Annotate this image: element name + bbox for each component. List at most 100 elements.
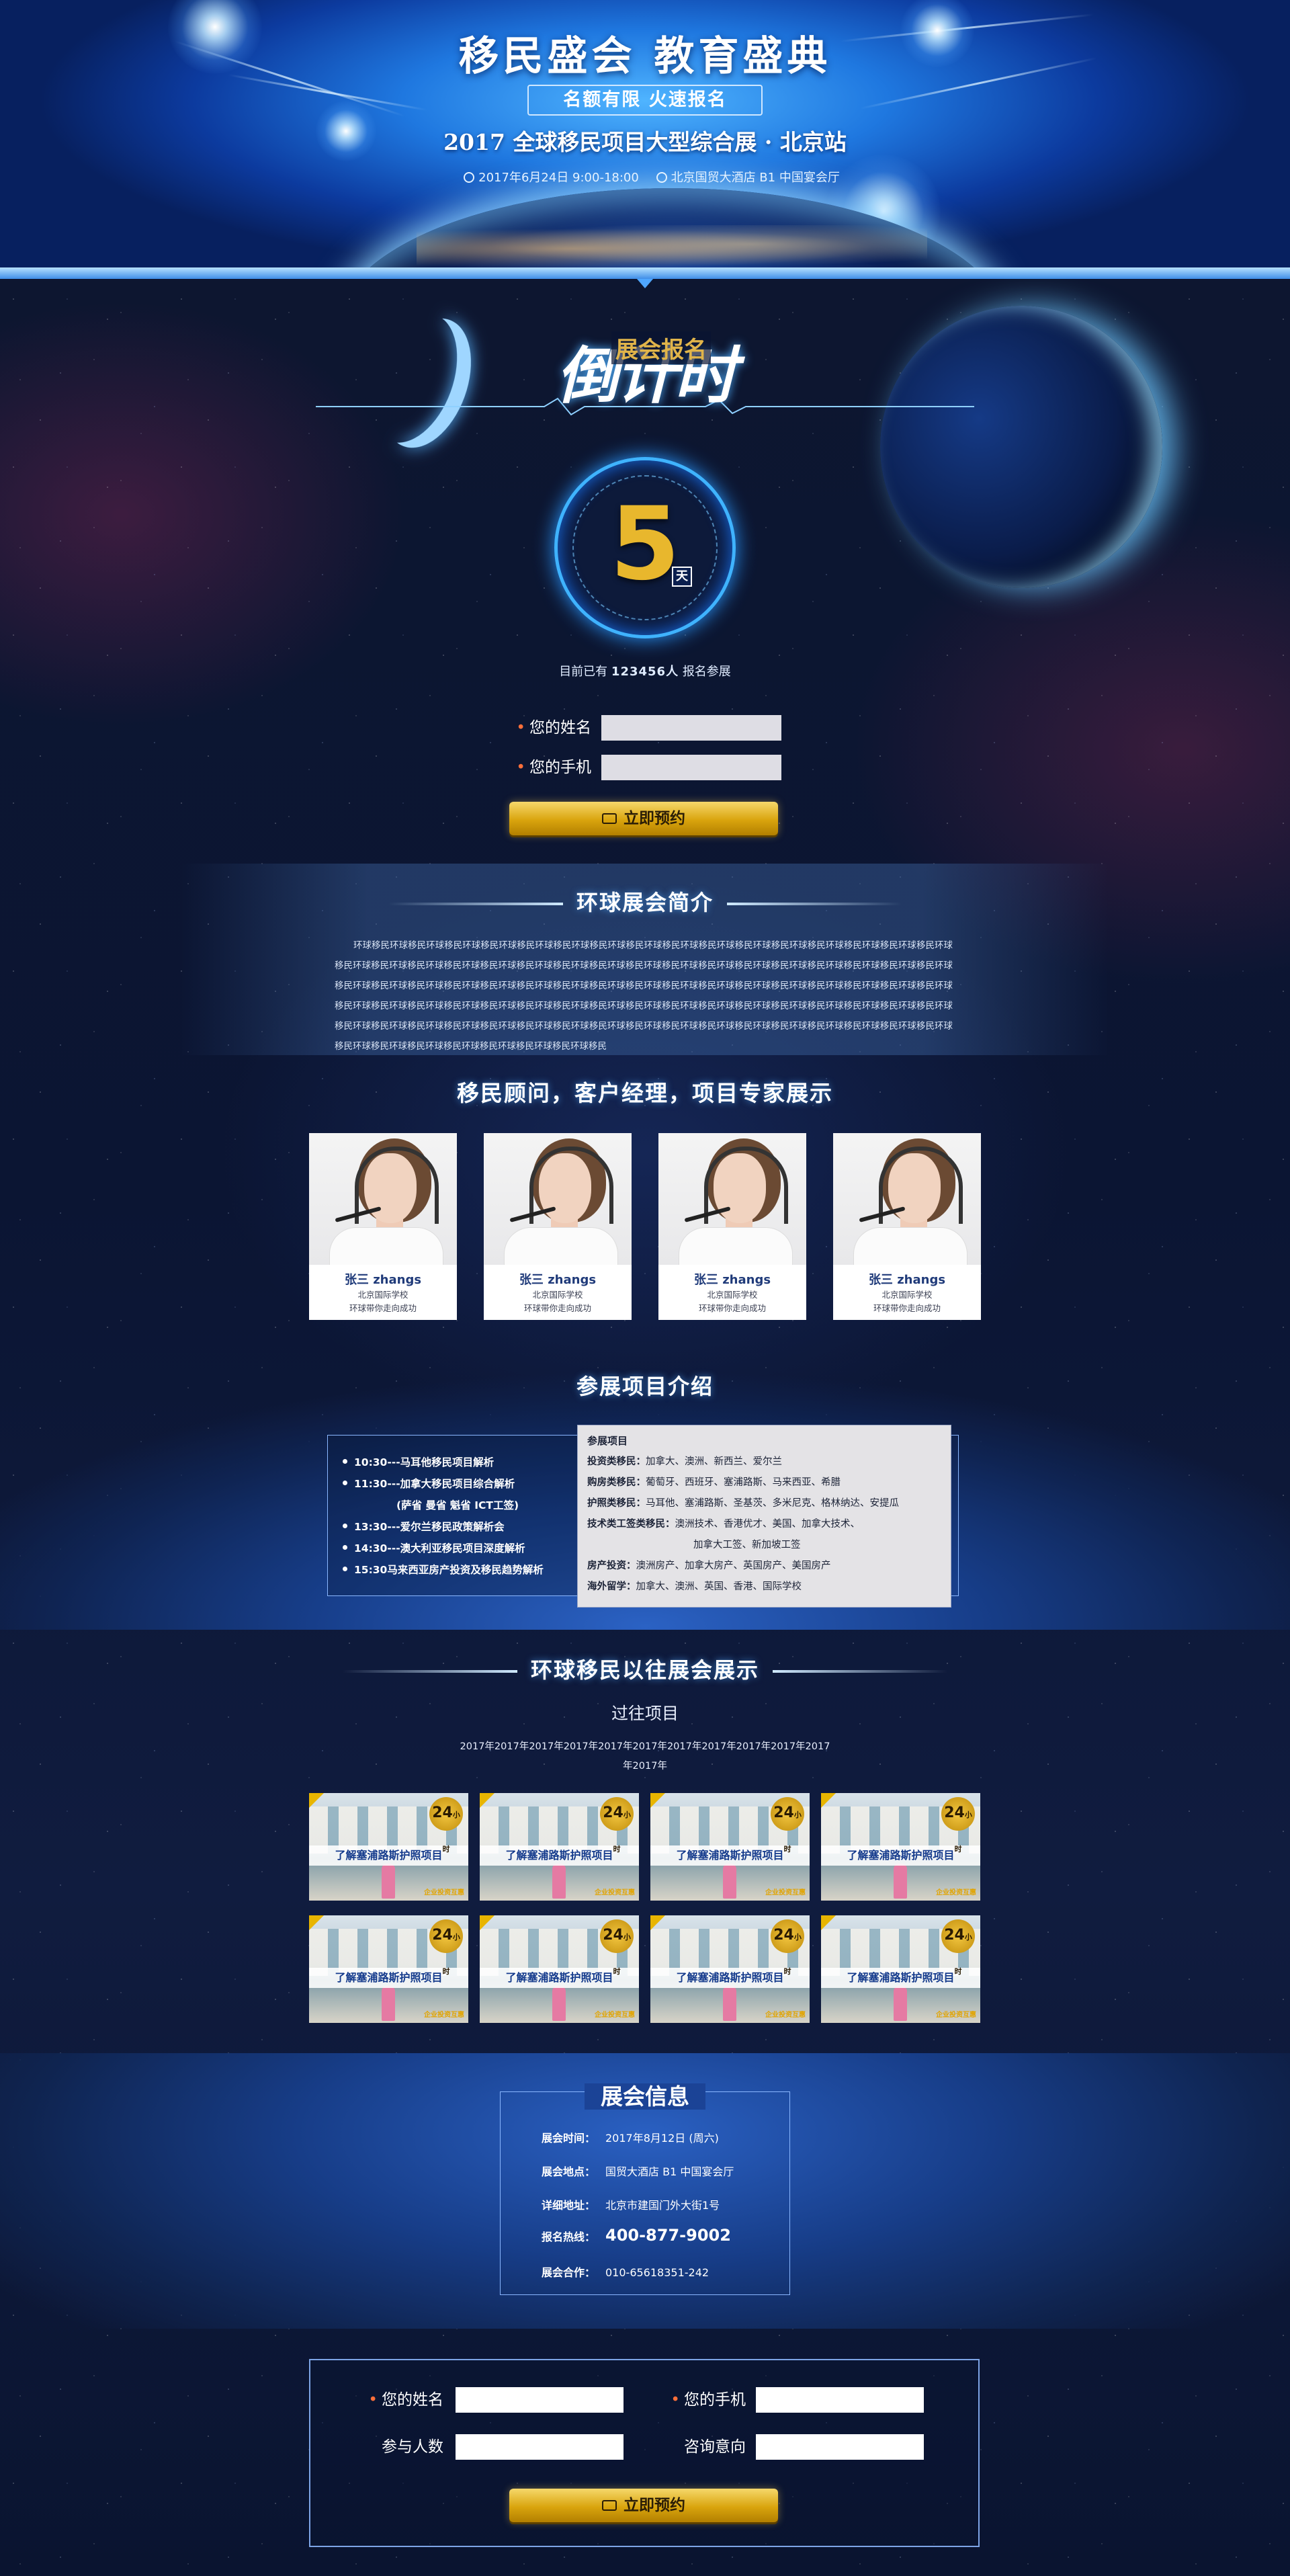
consultant-card[interactable]: 张三 zhangs 北京国际学校 环球带你走向成功 xyxy=(658,1133,806,1320)
event-title: 2017 全球移民项目大型综合展 · 北京站 xyxy=(443,129,847,155)
header-title: 移民盛会 教育盛典 xyxy=(458,33,832,80)
thumb-tag: 企业投资互惠 xyxy=(595,1889,635,1897)
header-banner: 移民盛会 教育盛典 名额有限 火速报名 2017 全球移民项目大型综合展 · 北… xyxy=(0,0,1290,279)
chat-icon xyxy=(602,813,617,824)
info-row: 详细地址： 北京市建国门外大街1号 xyxy=(542,2199,720,2212)
consultant-name: 张三 zhangs xyxy=(693,1273,771,1287)
bottom-submit-button[interactable]: 立即预约 xyxy=(509,2489,778,2522)
bottom-intent-input[interactable] xyxy=(756,2434,924,2460)
reg-number: 123456人 xyxy=(611,665,679,679)
intro-title-row: 环球展会简介 xyxy=(0,886,1290,917)
bottom-name-input[interactable] xyxy=(456,2387,624,2413)
consultant-school: 北京国际学校 xyxy=(357,1290,408,1300)
intent-label: 咨询意向 xyxy=(684,2438,746,2456)
schedule-item: 13:30---爱尔兰移民政策解析会 xyxy=(343,1516,582,1538)
location-icon xyxy=(656,172,667,183)
count-label: 参与人数 xyxy=(382,2438,443,2456)
info-row: 展会合作： 010-65618351-242 xyxy=(542,2266,710,2279)
event-datetime: 2017年6月24日 9:00-18:00 xyxy=(478,171,639,185)
detail-row: 海外留学：加拿大、澳洲、英国、香港、国际学校 xyxy=(587,1581,802,1592)
name-label: 您的姓名 xyxy=(529,719,591,737)
hours-badge: 24小时 xyxy=(771,1797,804,1854)
intro-title: 环球展会简介 xyxy=(576,890,714,915)
past-project-thumb[interactable]: 了解塞浦路斯护照项目 24小时 企业投资互惠 xyxy=(650,1793,810,1901)
chat-icon xyxy=(602,2500,617,2511)
submit-label: 立即预约 xyxy=(624,2497,685,2514)
reg-suffix: 报名参展 xyxy=(682,665,731,679)
info-title-row: 展会信息 xyxy=(500,2079,790,2111)
past-project-thumb[interactable]: 了解塞浦路斯护照项目 24小时 企业投资互惠 xyxy=(821,1915,980,2023)
hours-badge: 24小时 xyxy=(429,1919,463,1976)
thumb-tag: 企业投资互惠 xyxy=(936,2011,976,2019)
consultant-slogan: 环球带你走向成功 xyxy=(523,1303,591,1313)
schedule-item: 14:30---澳大利亚移民项目深度解析 xyxy=(343,1538,582,1559)
consultant-school: 北京国际学校 xyxy=(882,1290,933,1300)
consultant-card[interactable]: 张三 zhangs 北京国际学校 环球带你走向成功 xyxy=(833,1133,981,1320)
detail-heading: 参展项目 xyxy=(587,1435,628,1447)
submit-button[interactable]: 立即预约 xyxy=(509,802,778,835)
consultant-photo xyxy=(658,1133,806,1265)
past-years: 2017年2017年2017年2017年2017年2017年2017年2017年… xyxy=(460,1741,830,1772)
countdown-heading: 倒计时 展会报名 xyxy=(511,326,779,427)
past-project-thumb[interactable]: 了解塞浦路斯护照项目 24小时 企业投资互惠 xyxy=(309,1793,468,1901)
event-meta: 2017年6月24日 9:00-18:00 北京国贸大酒店 B1 中国宴会厅 xyxy=(0,168,1290,185)
hours-badge: 24小时 xyxy=(600,1797,634,1854)
countdown-unit: 天 xyxy=(672,567,692,587)
bottom-count-input[interactable] xyxy=(456,2434,624,2460)
bottom-phone-input[interactable] xyxy=(756,2387,924,2413)
consultant-slogan: 环球带你走向成功 xyxy=(698,1303,766,1313)
consultant-card[interactable]: 张三 zhangs 北京国际学校 环球带你走向成功 xyxy=(484,1133,632,1320)
thumb-tag: 企业投资互惠 xyxy=(424,2011,464,2019)
projects-schedule: 10:30---马耳他移民项目解析 11:30---加拿大移民项目综合解析 (萨… xyxy=(327,1435,583,1596)
phone-label-row: • 您的手机 xyxy=(671,2391,746,2409)
name-label: 您的姓名 xyxy=(382,2391,443,2409)
schedule-item: 10:30---马耳他移民项目解析 xyxy=(343,1452,582,1473)
intent-label-row: 咨询意向 xyxy=(625,2433,746,2461)
past-project-thumb[interactable]: 了解塞浦路斯护照项目 24小时 企业投资互惠 xyxy=(650,1915,810,2023)
detail-row: 购房类移民：葡萄牙、西班牙、塞浦路斯、马来西亚、希腊 xyxy=(587,1477,841,1488)
consultant-name: 张三 zhangs xyxy=(868,1273,946,1287)
past-project-thumb[interactable]: 了解塞浦路斯护照项目 24小时 企业投资互惠 xyxy=(309,1915,468,2023)
schedule-item: 15:30马来西亚房产投资及移民趋势解析 xyxy=(343,1559,582,1581)
consultant-photo xyxy=(309,1133,457,1265)
required-dot: • xyxy=(516,719,525,737)
phone-input[interactable] xyxy=(601,755,781,780)
name-input[interactable] xyxy=(601,715,781,741)
schedule-item: (萨省 曼省 魁省 ICT工签) xyxy=(396,1499,519,1511)
thumb-tag: 企业投资互惠 xyxy=(595,2011,635,2019)
hours-badge: 24小时 xyxy=(771,1919,804,1976)
thumb-tag: 企业投资互惠 xyxy=(765,2011,806,2019)
hotline-number: 400-877-9002 xyxy=(605,2226,731,2245)
name-label-row: • 您的姓名 xyxy=(470,714,591,742)
consultants-title: 移民顾问，客户经理，项目专家展示 xyxy=(457,1080,833,1106)
reg-prefix: 目前已有 xyxy=(559,665,608,679)
consultant-card[interactable]: 张三 zhangs 北京国际学校 环球带你走向成功 xyxy=(309,1133,457,1320)
hours-badge: 24小时 xyxy=(941,1919,975,1976)
consultant-photo xyxy=(833,1133,981,1265)
past-project-thumb[interactable]: 了解塞浦路斯护照项目 24小时 企业投资互惠 xyxy=(480,1793,639,1901)
past-subtitle: 过往项目 xyxy=(611,1704,679,1723)
past-title: 环球移民以往展会展示 xyxy=(530,1657,759,1683)
info-row: 展会时间： 2017年8月12日 (周六) xyxy=(542,2132,719,2145)
registration-count: 目前已有 123456人 报名参展 xyxy=(0,662,1290,679)
info-row: 报名热线： 400-877-9002 xyxy=(542,2226,731,2245)
past-project-thumb[interactable]: 了解塞浦路斯护照项目 24小时 企业投资互惠 xyxy=(480,1915,639,2023)
detail-row: 护照类移民：马耳他、塞浦路斯、圣基茨、多米尼克、格林纳达、安提瓜 xyxy=(587,1498,899,1509)
projects-title: 参展项目介绍 xyxy=(576,1374,714,1399)
detail-row: 技术类工签类移民：澳洲技术、香港优才、美国、加拿大技术、 xyxy=(587,1519,860,1530)
phone-label: 您的手机 xyxy=(529,759,591,776)
schedule-item: 11:30---加拿大移民项目综合解析 xyxy=(343,1473,582,1495)
detail-row: 加拿大工签、新加坡工签 xyxy=(693,1540,801,1550)
countdown-days: 5 xyxy=(609,486,681,603)
thumb-tag: 企业投资互惠 xyxy=(424,1889,464,1897)
required-dot: • xyxy=(516,759,525,776)
past-project-thumb[interactable]: 了解塞浦路斯护照项目 24小时 企业投资互惠 xyxy=(821,1793,980,1901)
hours-badge: 24小时 xyxy=(600,1919,634,1976)
info-title: 展会信息 xyxy=(585,2083,705,2110)
submit-label: 立即预约 xyxy=(624,810,685,827)
thumb-tag: 企业投资互惠 xyxy=(936,1889,976,1897)
projects-detail-card: 参展项目 投资类移民：加拿大、澳洲、新西兰、爱尔兰 购房类移民：葡萄牙、西班牙、… xyxy=(578,1425,951,1607)
consultant-slogan: 环球带你走向成功 xyxy=(349,1303,417,1313)
count-label-row: 参与人数 xyxy=(322,2433,443,2461)
hours-badge: 24小时 xyxy=(941,1797,975,1854)
